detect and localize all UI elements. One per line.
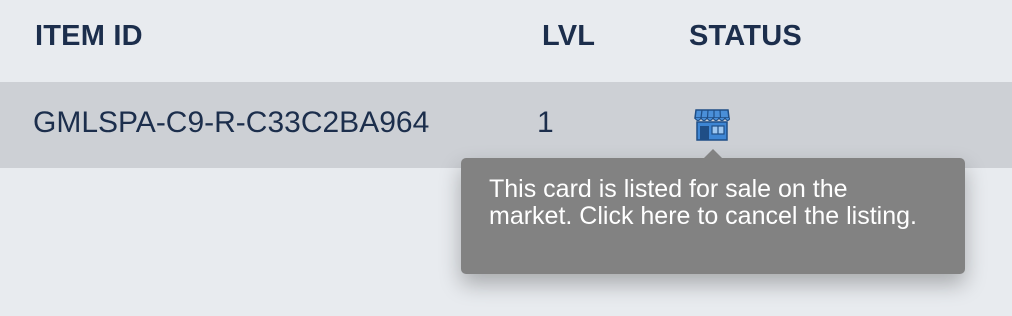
market-stall-icon[interactable] — [694, 109, 731, 141]
item-id-cell: GMLSPA-C9-R-C33C2BA964 — [33, 106, 430, 139]
column-header-level: LVL — [542, 20, 596, 52]
table-row: GMLSPA-C9-R-C33C2BA964 1 — [0, 82, 1012, 168]
tooltip-text: This card is listed for sale on the mark… — [489, 175, 917, 230]
column-header-item-id: ITEM ID — [35, 20, 143, 52]
column-header-status: STATUS — [689, 20, 802, 52]
status-tooltip[interactable]: This card is listed for sale on the mark… — [461, 149, 965, 274]
tooltip-arrow — [703, 149, 723, 159]
table-header: ITEM ID LVL STATUS — [0, 0, 1012, 82]
level-cell: 1 — [537, 106, 554, 139]
